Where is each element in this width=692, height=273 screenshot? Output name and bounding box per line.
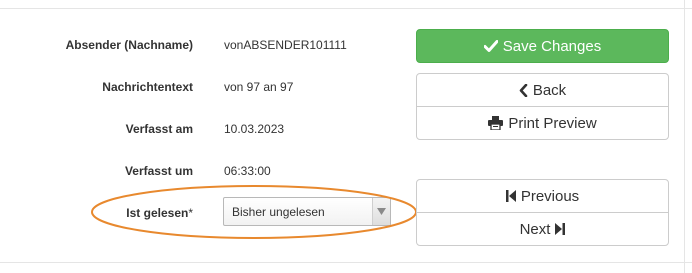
back-button[interactable]: Back	[416, 73, 669, 107]
panel-right-border	[684, 0, 685, 273]
print-preview-button[interactable]: Print Preview	[416, 106, 669, 140]
read-status-label-text: Ist gelesen	[126, 206, 189, 220]
chevron-left-icon	[519, 83, 528, 97]
save-changes-button[interactable]: Save Changes	[416, 29, 669, 63]
triangle-down-icon	[377, 208, 386, 215]
written-date-label: Verfasst am	[125, 122, 193, 136]
read-status-selected-value: Bisher ungelesen	[232, 205, 325, 219]
step-forward-icon	[555, 223, 566, 235]
save-changes-label: Save Changes	[502, 37, 602, 55]
sender-lastname-value: vonABSENDER101111	[224, 38, 347, 52]
printer-icon	[488, 116, 504, 131]
message-text-label: Nachrichtentext	[102, 80, 193, 94]
sender-lastname-label: Absender (Nachname)	[65, 38, 193, 52]
required-marker: *	[188, 206, 193, 220]
written-date-value: 10.03.2023	[224, 122, 285, 136]
select-dropdown-toggle[interactable]	[372, 198, 390, 225]
previous-button[interactable]: Previous	[416, 179, 669, 213]
read-status-select[interactable]: Bisher ungelesen	[223, 197, 391, 226]
written-time-label: Verfasst um	[124, 164, 193, 178]
print-preview-label: Print Preview	[508, 114, 597, 132]
back-label: Back	[532, 81, 567, 99]
next-button[interactable]: Next	[416, 212, 669, 246]
top-divider	[0, 8, 692, 9]
checkmark-icon	[483, 40, 499, 52]
written-time-value: 06:33:00	[224, 164, 271, 178]
read-status-label: Ist gelesen*	[0, 206, 193, 220]
message-text-value: von 97 an 97	[224, 80, 294, 94]
previous-label: Previous	[520, 187, 580, 205]
bottom-divider	[0, 262, 692, 263]
next-label: Next	[519, 220, 551, 238]
step-backward-icon	[505, 190, 516, 202]
